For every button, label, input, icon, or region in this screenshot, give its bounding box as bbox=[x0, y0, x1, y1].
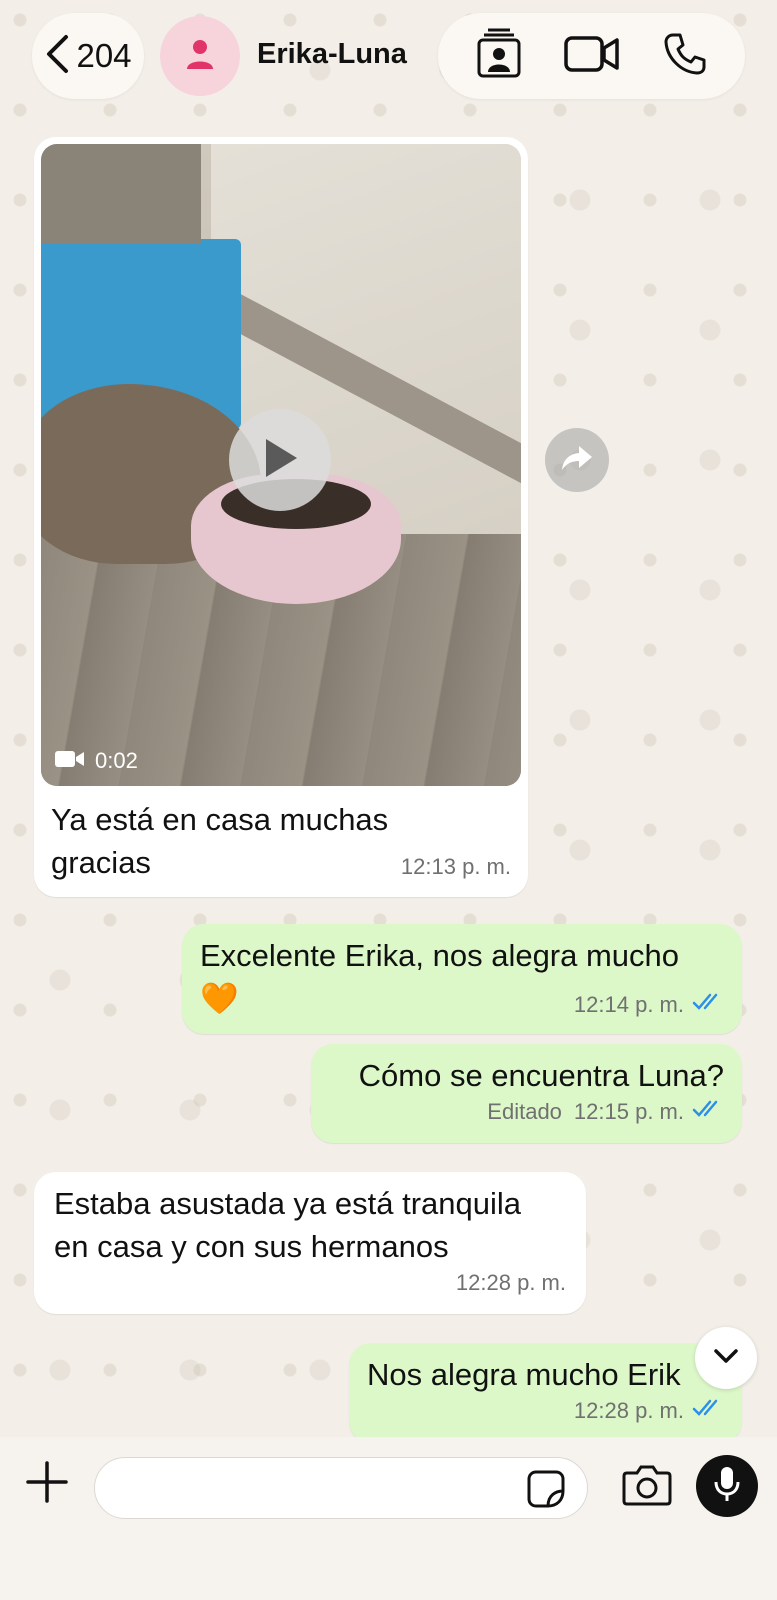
video-caption: Ya está en casa muchas gracias 12:13 p. … bbox=[41, 786, 521, 880]
video-call-button[interactable] bbox=[562, 26, 622, 86]
attach-button[interactable] bbox=[24, 1459, 70, 1505]
message-text: Cómo se encuentra Luna? bbox=[358, 1058, 724, 1093]
message-incoming[interactable]: Estaba asustada ya está tranquila en cas… bbox=[34, 1172, 586, 1314]
video-duration-label: 0:02 bbox=[95, 748, 138, 773]
sticker-button[interactable] bbox=[526, 1469, 566, 1509]
message-time: 12:28 p. m. bbox=[455, 1270, 566, 1295]
message-incoming-video[interactable]: 0:02 Ya está en casa muchas gracias 12:1… bbox=[34, 137, 528, 897]
edited-label: Editado bbox=[487, 1099, 562, 1124]
message-meta: 12:28 p. m. bbox=[54, 1270, 566, 1296]
microphone-icon bbox=[714, 1465, 740, 1508]
double-check-icon bbox=[692, 992, 724, 1018]
message-outgoing[interactable]: Cómo se encuentra Luna? Editado 12:15 p.… bbox=[311, 1044, 742, 1143]
video-camera-icon bbox=[563, 34, 620, 79]
play-icon bbox=[260, 436, 300, 485]
message-time: 12:15 p. m. bbox=[573, 1099, 684, 1124]
message-time: 12:13 p. m. bbox=[400, 854, 511, 879]
video-thumbnail[interactable]: 0:02 bbox=[41, 144, 521, 786]
camera-icon bbox=[622, 1465, 672, 1511]
avatar[interactable] bbox=[160, 16, 240, 96]
message-input[interactable] bbox=[94, 1457, 588, 1519]
camera-button[interactable] bbox=[622, 1463, 672, 1507]
phone-icon bbox=[663, 32, 707, 81]
chat-header: 204 Erika-Luna bbox=[0, 0, 777, 120]
contact-card-button[interactable] bbox=[469, 26, 529, 86]
message-time: 12:14 p. m. bbox=[573, 992, 684, 1017]
forward-icon bbox=[561, 444, 593, 477]
chevron-down-icon bbox=[713, 1348, 739, 1369]
back-button[interactable]: 204 bbox=[32, 13, 144, 99]
contact-name[interactable]: Erika-Luna bbox=[257, 38, 407, 71]
message-outgoing[interactable]: Nos alegra mucho Erik 12:28 p. m. bbox=[349, 1343, 742, 1443]
message-text: Nos alegra mucho Erik bbox=[367, 1357, 681, 1392]
video-camera-icon bbox=[55, 748, 85, 774]
double-check-icon bbox=[692, 1398, 724, 1424]
message-meta: 12:28 p. m. bbox=[367, 1398, 724, 1424]
plus-icon bbox=[24, 1461, 70, 1509]
video-frame-bag bbox=[41, 144, 201, 244]
contact-card-icon bbox=[475, 28, 523, 85]
composer-bar bbox=[0, 1437, 777, 1600]
forward-button[interactable] bbox=[545, 428, 609, 492]
video-duration: 0:02 bbox=[55, 748, 138, 774]
voice-call-button[interactable] bbox=[655, 26, 715, 86]
sticker-icon bbox=[526, 1470, 566, 1513]
play-button[interactable] bbox=[229, 409, 331, 511]
chevron-left-icon bbox=[44, 34, 70, 79]
message-outgoing[interactable]: Excelente Erika, nos alegra mucho 🧡 12:1… bbox=[182, 924, 742, 1034]
message-text: Estaba asustada ya está tranquila en cas… bbox=[54, 1186, 522, 1264]
voice-message-button[interactable] bbox=[696, 1455, 758, 1517]
message-meta: Editado 12:15 p. m. bbox=[329, 1099, 724, 1125]
person-icon bbox=[183, 37, 217, 76]
unread-count: 204 bbox=[76, 37, 132, 74]
message-time: 12:28 p. m. bbox=[573, 1398, 684, 1423]
message-meta: 12:14 p. m. bbox=[200, 992, 724, 1018]
double-check-icon bbox=[692, 1099, 724, 1125]
header-actions bbox=[438, 13, 745, 99]
scroll-to-bottom-button[interactable] bbox=[695, 1327, 757, 1389]
